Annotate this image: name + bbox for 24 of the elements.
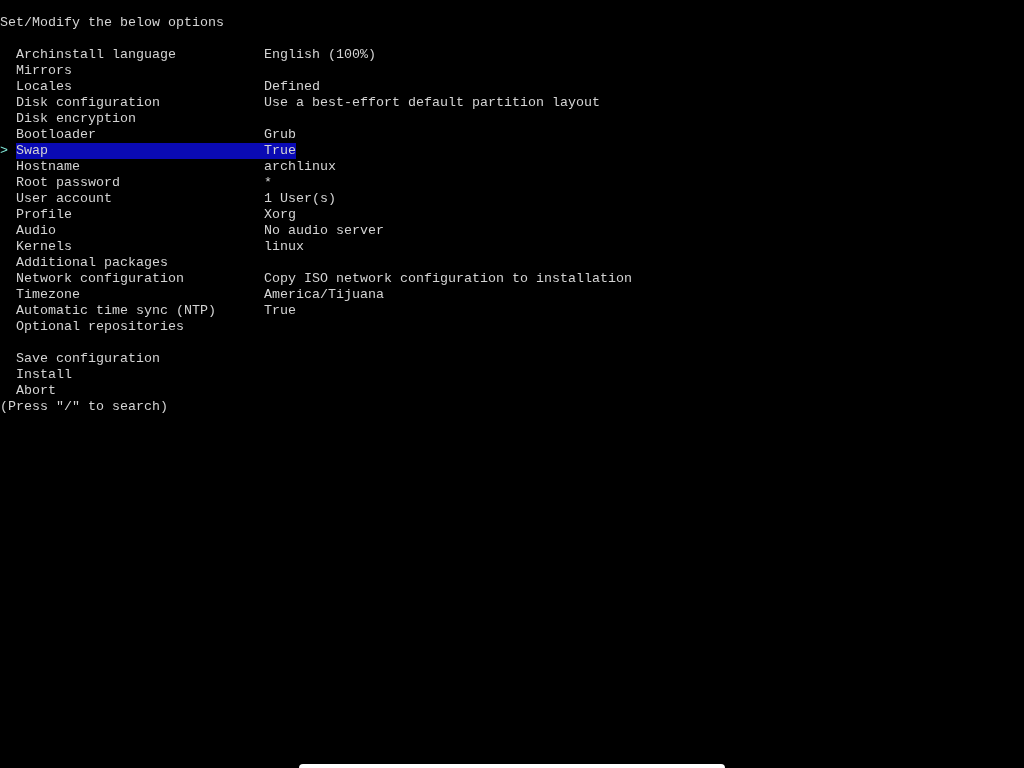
menu-item[interactable]: Swap True [16, 143, 296, 159]
menu-item[interactable]: Optional repositories [16, 319, 264, 335]
menu-item[interactable]: Automatic time sync (NTP) True [16, 303, 296, 319]
selection-cursor: > [0, 143, 8, 158]
menu-item[interactable]: Archinstall language English (100%) [16, 47, 376, 63]
menu-item[interactable]: Bootloader Grub [16, 127, 296, 143]
menu-item[interactable]: Mirrors [16, 63, 264, 79]
menu-item[interactable]: Disk configuration Use a best-effort default partition layout [16, 95, 600, 111]
menu-item[interactable]: Root password * [16, 175, 272, 191]
menu-item[interactable]: Disk encryption [16, 111, 264, 127]
menu-item[interactable]: Audio No audio server [16, 223, 384, 239]
menu-item[interactable]: User account 1 User(s) [16, 191, 336, 207]
menu-item[interactable]: Save configuration [16, 351, 264, 367]
menu-item[interactable]: Abort [16, 383, 264, 399]
menu-item[interactable]: Timezone America/Tijuana [16, 287, 384, 303]
menu-title: Set/Modify the below options [0, 15, 224, 31]
menu-item[interactable]: Hostname archlinux [16, 159, 336, 175]
menu-item[interactable]: Install [16, 367, 264, 383]
menu-item[interactable]: Locales Defined [16, 79, 320, 95]
menu-item[interactable]: Kernels linux [16, 239, 304, 255]
menu-item[interactable]: Additional packages [16, 255, 264, 271]
menu-item[interactable]: Network configuration Copy ISO network configuration to installation [16, 271, 632, 287]
search-hint: (Press "/" to search) [0, 399, 168, 415]
menu-item[interactable]: Profile Xorg [16, 207, 296, 223]
